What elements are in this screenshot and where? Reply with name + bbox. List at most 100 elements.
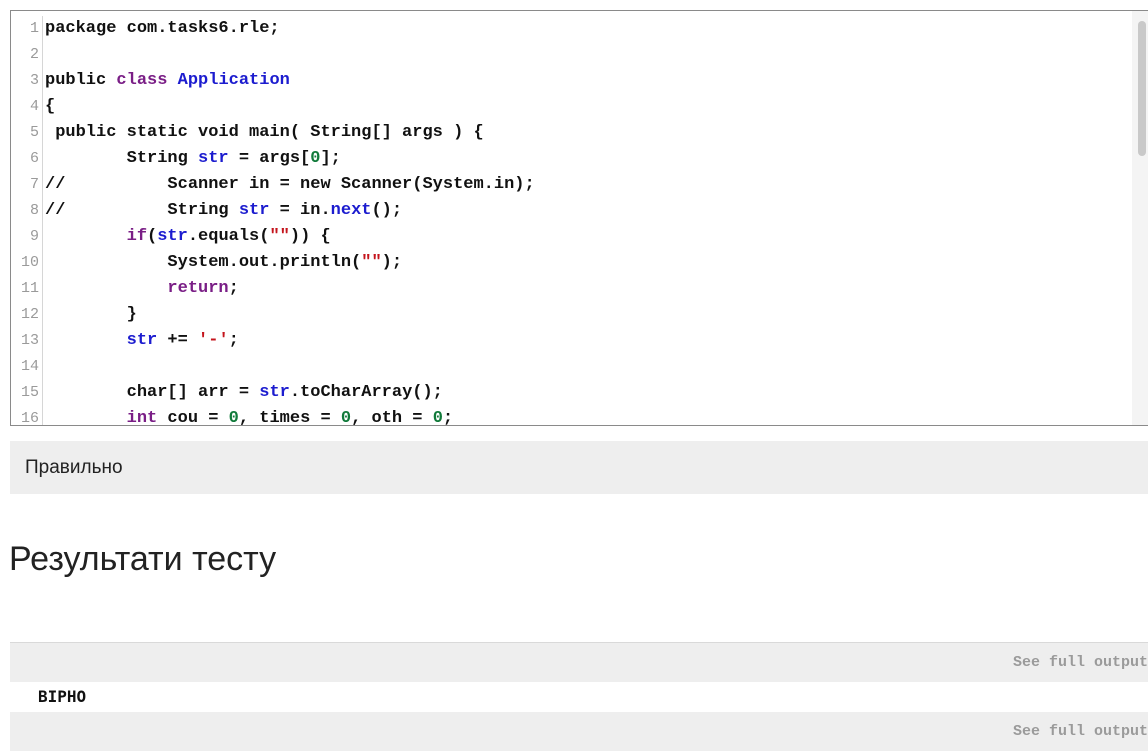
- code-text[interactable]: }: [45, 305, 137, 324]
- feedback-correct: Правильно: [10, 441, 1148, 494]
- code-text[interactable]: public class Application: [45, 71, 290, 90]
- line-number: 8: [11, 198, 43, 224]
- line-number: 9: [11, 224, 43, 250]
- code-text[interactable]: if(str.equals("")) {: [45, 227, 331, 246]
- code-token: package com.tasks6.rle;: [45, 19, 280, 38]
- line-number: 2: [11, 42, 43, 68]
- code-token: str: [259, 383, 290, 402]
- see-full-output-link[interactable]: See full output: [1013, 723, 1148, 740]
- code-line[interactable]: 6 String str = args[0];: [11, 146, 1130, 172]
- code-token: cou =: [157, 409, 229, 426]
- code-token: }: [45, 305, 137, 324]
- code-token: next: [330, 201, 372, 220]
- code-token: = in.: [269, 201, 331, 220]
- result-value: ВІРНО: [38, 687, 87, 706]
- editor-scrollbar-thumb[interactable]: [1138, 21, 1146, 156]
- code-line[interactable]: 14: [11, 354, 1130, 380]
- code-text[interactable]: str += '-';: [45, 331, 239, 350]
- line-number: 4: [11, 94, 43, 120]
- code-line[interactable]: 9 if(str.equals("")) {: [11, 224, 1130, 250]
- code-token: );: [381, 253, 403, 272]
- code-lines[interactable]: 1 package com.tasks6.rle; 2 3 public class A…: [11, 16, 1130, 426]
- code-token: +=: [157, 331, 199, 350]
- line-number: 5: [11, 120, 43, 146]
- code-text[interactable]: // String str = in.next();: [45, 201, 402, 220]
- code-token: "": [269, 227, 290, 246]
- code-text[interactable]: String str = args[0];: [45, 149, 341, 168]
- code-token: Application: [177, 71, 290, 90]
- code-token: ;: [442, 409, 454, 426]
- code-token: str: [198, 149, 229, 168]
- code-token: = args[: [228, 149, 311, 168]
- code-token: )) {: [289, 227, 331, 246]
- editor-scrollbar[interactable]: [1132, 11, 1148, 425]
- code-token: // String: [45, 201, 239, 220]
- code-token: if: [126, 227, 148, 246]
- see-full-output-link[interactable]: See full output: [1013, 654, 1148, 671]
- code-text[interactable]: public static void main( String[] args )…: [45, 123, 484, 142]
- code-token: (: [147, 227, 158, 246]
- code-text[interactable]: char[] arr = str.toCharArray();: [45, 383, 443, 402]
- test-results-table: See full output ВІРНО See full output: [10, 642, 1148, 751]
- code-text[interactable]: int cou = 0, times = 0, oth = 0;: [45, 409, 454, 426]
- code-token: ;: [228, 331, 239, 350]
- code-token: str: [157, 227, 188, 246]
- line-number: 13: [11, 328, 43, 354]
- code-token: {: [45, 97, 56, 116]
- line-number: 11: [11, 276, 43, 302]
- code-token: str: [238, 201, 270, 220]
- line-number: 3: [11, 68, 43, 94]
- line-number: 10: [11, 250, 43, 276]
- code-token: int: [126, 409, 158, 426]
- code-text[interactable]: return;: [45, 279, 238, 298]
- code-line[interactable]: 12 }: [11, 302, 1130, 328]
- code-token: "": [361, 253, 382, 272]
- code-line[interactable]: 10 System.out.println("");: [11, 250, 1130, 276]
- code-text[interactable]: // Scanner in = new Scanner(System.in);: [45, 175, 535, 194]
- code-line[interactable]: 16 int cou = 0, times = 0, oth = 0;: [11, 406, 1130, 426]
- line-number: 12: [11, 302, 43, 328]
- result-row-output-2: See full output: [10, 712, 1148, 751]
- code-token: , oth =: [351, 409, 433, 426]
- code-token: 0: [340, 409, 352, 426]
- result-row-output-1: See full output: [10, 643, 1148, 682]
- code-token: .toCharArray();: [289, 383, 443, 402]
- code-line[interactable]: 2: [11, 42, 1130, 68]
- test-results-heading: Результати тесту: [9, 540, 277, 578]
- code-line[interactable]: 7// Scanner in = new Scanner(System.in);: [11, 172, 1130, 198]
- code-text[interactable]: System.out.println("");: [45, 253, 402, 272]
- code-line[interactable]: 13 str += '-';: [11, 328, 1130, 354]
- code-token: .equals(: [187, 227, 270, 246]
- code-line[interactable]: 1 package com.tasks6.rle;: [11, 16, 1130, 42]
- code-line[interactable]: 3 public class Application: [11, 68, 1130, 94]
- code-token: , times =: [238, 409, 341, 426]
- code-token: 0: [432, 409, 443, 426]
- code-token: 0: [228, 409, 239, 426]
- line-number: 16: [11, 406, 43, 425]
- code-line[interactable]: 4{: [11, 94, 1130, 120]
- code-token: return: [167, 279, 229, 298]
- code-token: str: [126, 331, 158, 350]
- code-token: public static void main( String[] args )…: [45, 123, 484, 142]
- line-number: 6: [11, 146, 43, 172]
- code-token: ();: [371, 201, 403, 220]
- code-text[interactable]: {: [45, 97, 55, 116]
- code-token: String: [45, 149, 199, 168]
- code-editor[interactable]: 1 package com.tasks6.rle; 2 3 public class A…: [10, 10, 1148, 426]
- code-line[interactable]: 5 public static void main( String[] args…: [11, 120, 1130, 146]
- line-number: 14: [11, 354, 43, 380]
- code-line[interactable]: 11 return;: [11, 276, 1130, 302]
- code-token: class: [116, 71, 168, 90]
- code-token: '-': [198, 331, 229, 350]
- result-row-value: ВІРНО: [10, 682, 1148, 712]
- code-line[interactable]: 15 char[] arr = str.toCharArray();: [11, 380, 1130, 406]
- code-text[interactable]: package com.tasks6.rle;: [45, 19, 280, 38]
- code-token: public: [45, 71, 117, 90]
- code-token: char[] arr =: [45, 383, 260, 402]
- code-line[interactable]: 8// String str = in.next();: [11, 198, 1130, 224]
